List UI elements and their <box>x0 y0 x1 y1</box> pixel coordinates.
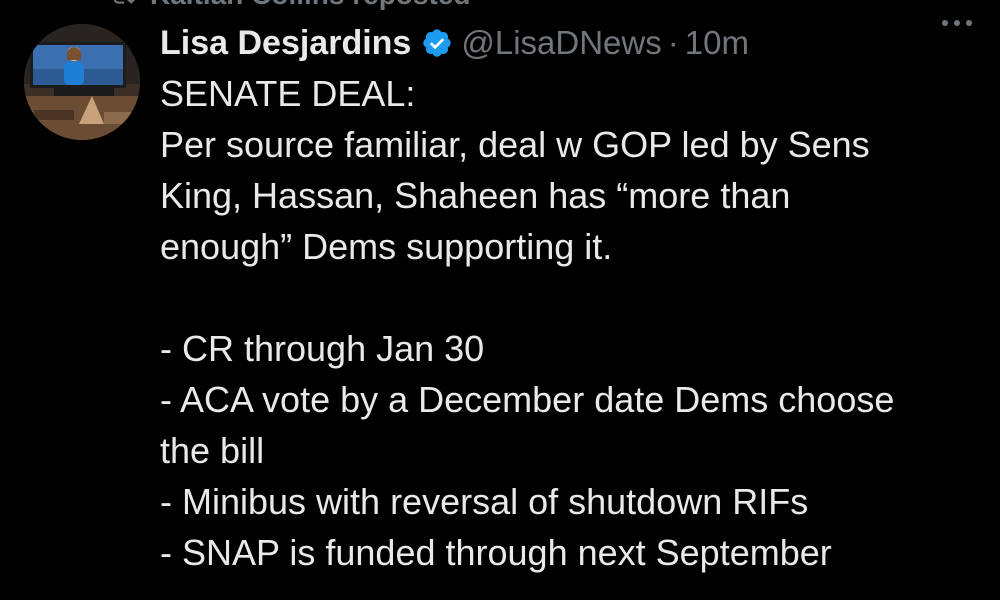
tweet-paragraph-line: King, Hassan, Shaheen has “more than <box>160 175 791 216</box>
tweet-list-item: - ACA vote by a December date Dems choos… <box>160 379 895 420</box>
tweet-list-item: - CR through Jan 30 <box>160 328 485 369</box>
verified-badge-icon[interactable] <box>421 27 453 59</box>
repost-indicator[interactable]: Kaitlan Collins reposted <box>110 0 471 10</box>
repost-icon <box>113 0 136 4</box>
author-handle[interactable]: @LisaDNews <box>461 24 661 62</box>
tweet-list-item: - Minibus with reversal of shutdown RIFs <box>160 481 809 522</box>
header-separator: · <box>667 24 679 61</box>
tweet[interactable]: Lisa Desjardins @LisaDNews · 10m SENATE … <box>160 18 980 578</box>
tweet-list-item-continuation: the bill <box>160 430 265 471</box>
author-display-name[interactable]: Lisa Desjardins <box>160 24 411 63</box>
avatar[interactable] <box>24 24 140 140</box>
tweet-paragraph-line: enough” Dems supporting it. <box>160 226 613 267</box>
tweet-list-item: - SNAP is funded through next September <box>160 532 832 573</box>
tweet-timestamp[interactable]: 10m <box>685 24 749 62</box>
tweet-text: SENATE DEAL: Per source familiar, deal w… <box>160 68 980 578</box>
repost-label: Kaitlan Collins reposted <box>150 0 471 11</box>
tweet-header: Lisa Desjardins @LisaDNews · 10m <box>160 18 980 68</box>
more-horizontal-icon[interactable] <box>942 20 972 26</box>
tweet-heading: SENATE DEAL: <box>160 73 416 114</box>
tweet-paragraph-line: Per source familiar, deal w GOP led by S… <box>160 124 870 165</box>
